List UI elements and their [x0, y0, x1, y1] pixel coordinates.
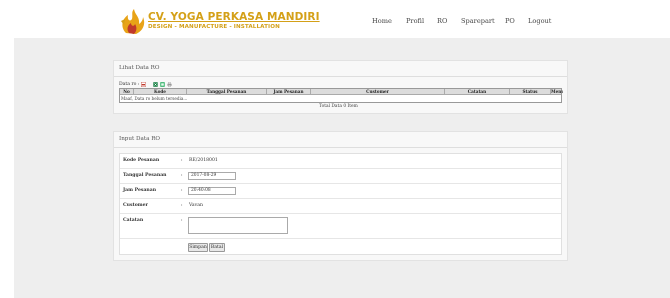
- nav-home[interactable]: Home: [372, 17, 392, 25]
- col-kode: Kode: [134, 89, 187, 95]
- input-form: Kode Pesanan : RE/2018001 Tanggal Pesana…: [119, 153, 562, 255]
- col-no: No: [120, 89, 134, 95]
- form-row-kode: Kode Pesanan : RE/2018001: [120, 154, 561, 169]
- word-icon[interactable]: [160, 82, 165, 87]
- table-header: No Kode Tanggal Pesanan Jam Pesanan Cust…: [120, 89, 563, 95]
- form-row-catatan: Catatan :: [120, 214, 561, 239]
- jam-label: Jam Pesanan: [123, 188, 157, 193]
- col-status: Status: [510, 89, 551, 95]
- colon: :: [181, 188, 183, 193]
- total-data: Total Data 0 Item: [319, 104, 358, 109]
- divider: [114, 76, 567, 77]
- col-customer: Customer: [311, 89, 445, 95]
- input-data-panel: Input Data RO Kode Pesanan : RE/2018001 …: [113, 131, 568, 261]
- lihat-data-panel: Lihat Data RO Data ro : No Kode Tanggal …: [113, 60, 568, 114]
- main-content: Lihat Data RO Data ro : No Kode Tanggal …: [14, 38, 670, 298]
- col-catatan: Catatan: [445, 89, 510, 95]
- col-jam: Jam Pesanan: [267, 89, 311, 95]
- print-icon[interactable]: [167, 82, 172, 87]
- catatan-textarea[interactable]: [188, 217, 288, 234]
- tanggal-input[interactable]: 2017-08-29: [188, 172, 236, 180]
- nav-ro[interactable]: RO: [437, 17, 447, 25]
- flame-logo-icon: [121, 9, 145, 34]
- pdf-icon[interactable]: [141, 82, 146, 87]
- colon: :: [181, 158, 183, 163]
- nav-logout[interactable]: Logout: [528, 17, 551, 25]
- kode-value: RE/2018001: [189, 158, 218, 163]
- excel-icon[interactable]: [153, 82, 158, 87]
- batal-button[interactable]: Batal: [209, 243, 225, 252]
- form-row-customer: Customer : Vavan: [120, 199, 561, 214]
- catatan-label: Catatan: [123, 218, 144, 223]
- ro-table: No Kode Tanggal Pesanan Jam Pesanan Cust…: [119, 88, 563, 103]
- form-row-jam: Jam Pesanan : 20:40:08: [120, 184, 561, 199]
- nav-sparepart[interactable]: Sparepart: [461, 17, 495, 25]
- colon: :: [181, 218, 183, 223]
- form-row-tanggal: Tanggal Pesanan : 2017-08-29: [120, 169, 561, 184]
- company-name: CV. YOGA PERKASA MANDIRI: [148, 11, 320, 23]
- jam-input[interactable]: 20:40:08: [188, 187, 236, 195]
- colon: :: [181, 203, 183, 208]
- site-header: CV. YOGA PERKASA MANDIRI DESIGN - MANUFA…: [0, 0, 670, 38]
- panel-title: Input Data RO: [119, 136, 160, 142]
- nav-po[interactable]: PO: [505, 17, 515, 25]
- colon: :: [181, 173, 183, 178]
- customer-label: Customer: [123, 203, 148, 208]
- customer-value: Vavan: [189, 203, 203, 208]
- panel-title: Lihat Data RO: [119, 65, 160, 71]
- col-menu: Menu: [551, 89, 563, 94]
- form-row-buttons: Simpan Batal: [120, 239, 561, 256]
- col-tanggal: Tanggal Pesanan: [187, 89, 267, 95]
- company-tagline: DESIGN - MANUFACTURE - INSTALLATION: [148, 24, 280, 30]
- data-ro-label: Data ro :: [119, 82, 140, 87]
- divider: [114, 147, 567, 148]
- kode-label: Kode Pesanan: [123, 158, 160, 163]
- tanggal-label: Tanggal Pesanan: [123, 173, 167, 178]
- company-logo[interactable]: CV. YOGA PERKASA MANDIRI DESIGN - MANUFA…: [118, 9, 320, 34]
- nav-profil[interactable]: Profil: [406, 17, 424, 25]
- empty-message: Maaf, Data ro belum tersedia...: [121, 96, 188, 101]
- simpan-button[interactable]: Simpan: [188, 243, 208, 252]
